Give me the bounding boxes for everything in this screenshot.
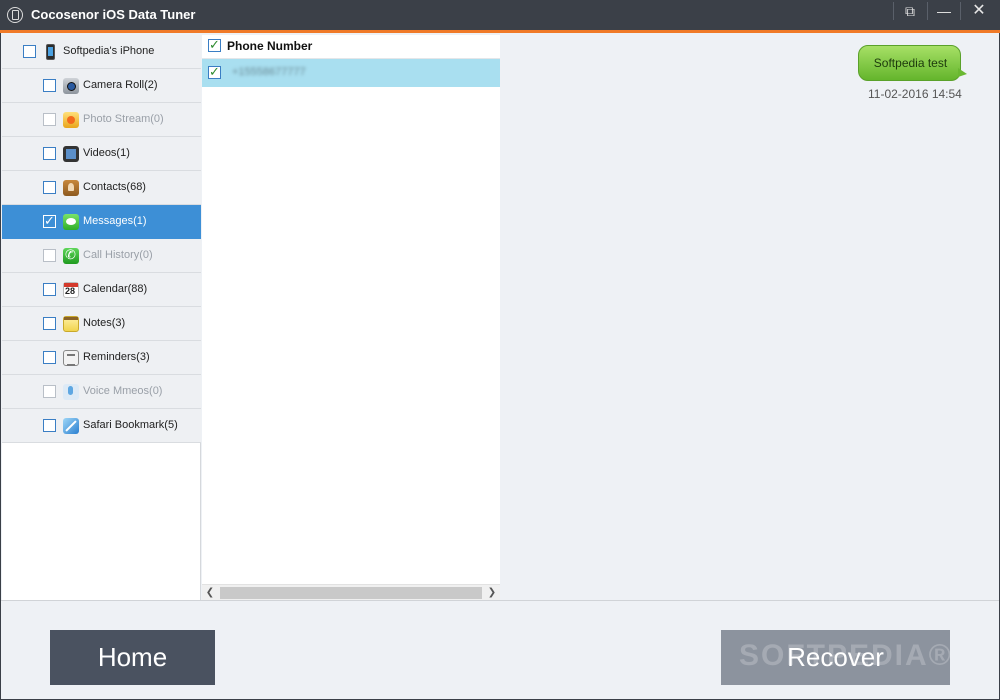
sidebar-item-label: Messages(1) <box>83 215 147 227</box>
sidebar-item-label: Call History(0) <box>83 249 153 261</box>
column-header-phone-number[interactable]: Phone Number <box>227 39 312 53</box>
notes-icon <box>63 316 79 332</box>
minimize-button[interactable]: — <box>927 0 961 24</box>
title-bar: Cocosenor iOS Data Tuner ⧉ — ✕ <box>0 0 1000 30</box>
notes-checkbox[interactable] <box>43 317 56 330</box>
footer-divider <box>1 600 999 601</box>
sidebar-item-label: Safari Bookmark(5) <box>83 419 178 431</box>
scroll-right-icon[interactable]: ❯ <box>484 586 500 600</box>
minimize-icon: — <box>937 3 951 19</box>
sidebar-item-calendar[interactable]: Calendar(88) <box>2 273 201 307</box>
home-button[interactable]: Home <box>50 630 215 685</box>
phone-number-list: Phone Number +15558677777 ❮ ❯ <box>202 35 500 600</box>
app-logo-icon <box>7 7 23 23</box>
sidebar-item-label: Reminders(3) <box>83 351 150 363</box>
horizontal-scrollbar[interactable]: ❮ ❯ <box>202 584 500 600</box>
sidebar-item-device[interactable]: Softpedia's iPhone <box>2 35 201 69</box>
restore-icon: ⧉ <box>905 3 915 19</box>
videos-checkbox[interactable] <box>43 147 56 160</box>
photo-stream-icon <box>63 112 79 128</box>
safari-bookmark-checkbox[interactable] <box>43 419 56 432</box>
sidebar-item-videos[interactable]: Videos(1) <box>2 137 201 171</box>
close-button[interactable]: ✕ <box>960 0 998 24</box>
row-checkbox[interactable] <box>208 64 221 80</box>
sidebar-item-label: Notes(3) <box>83 317 126 329</box>
sidebar-item-camera-roll[interactable]: Camera Roll(2) <box>2 69 201 103</box>
sidebar-item-label: Contacts(68) <box>83 181 146 193</box>
recover-button[interactable]: Recover <box>721 630 950 685</box>
list-item[interactable]: +15558677777 <box>202 59 500 87</box>
iphone-icon <box>46 44 55 60</box>
safari-icon <box>63 418 79 434</box>
messages-icon <box>63 214 79 230</box>
sidebar-item-label: Softpedia's iPhone <box>63 45 155 57</box>
sidebar-item-label: Voice Mmeos(0) <box>83 385 163 397</box>
voice-memos-checkbox[interactable] <box>43 385 56 398</box>
sidebar-item-messages[interactable]: Messages(1) <box>2 205 201 239</box>
message-detail-pane: Softpedia test 11-02-2016 14:54 <box>501 35 998 600</box>
reminders-icon <box>63 350 79 366</box>
photo-stream-checkbox[interactable] <box>43 113 56 126</box>
close-icon: ✕ <box>972 2 986 19</box>
call-history-checkbox[interactable] <box>43 249 56 262</box>
main-window: Softpedia's iPhone Camera Roll(2) Photo … <box>1 33 999 699</box>
sidebar-item-reminders[interactable]: Reminders(3) <box>2 341 201 375</box>
message-text: Softpedia test <box>873 56 948 70</box>
reminders-checkbox[interactable] <box>43 351 56 364</box>
select-all-checkbox[interactable] <box>208 37 221 53</box>
calendar-checkbox[interactable] <box>43 283 56 296</box>
camera-icon <box>63 78 79 94</box>
sidebar-item-photo-stream[interactable]: Photo Stream(0) <box>2 103 201 137</box>
contacts-icon <box>63 180 79 196</box>
list-header: Phone Number <box>202 35 500 59</box>
device-checkbox[interactable] <box>23 45 36 58</box>
voice-memo-icon <box>63 384 79 400</box>
video-icon <box>63 146 79 162</box>
scroll-left-icon[interactable]: ❮ <box>202 586 218 600</box>
sidebar-item-call-history[interactable]: Call History(0) <box>2 239 201 273</box>
sidebar-item-notes[interactable]: Notes(3) <box>2 307 201 341</box>
sidebar-item-voice-memos[interactable]: Voice Mmeos(0) <box>2 375 201 409</box>
calendar-icon <box>63 282 79 298</box>
message-timestamp: 11-02-2016 14:54 <box>868 87 962 101</box>
window-title: Cocosenor iOS Data Tuner <box>31 7 196 22</box>
sidebar: Softpedia's iPhone Camera Roll(2) Photo … <box>2 35 201 600</box>
contacts-checkbox[interactable] <box>43 181 56 194</box>
sidebar-item-label: Calendar(88) <box>83 283 148 295</box>
message-bubble: Softpedia test <box>858 45 967 81</box>
sidebar-item-safari-bookmark[interactable]: Safari Bookmark(5) <box>2 409 201 443</box>
sidebar-item-contacts[interactable]: Contacts(68) <box>2 171 201 205</box>
phone-number-value: +15558677777 <box>232 66 306 78</box>
messages-checkbox[interactable] <box>43 213 56 229</box>
restore-button[interactable]: ⧉ <box>893 0 927 24</box>
sidebar-item-label: Videos(1) <box>83 147 130 159</box>
scrollbar-thumb[interactable] <box>220 587 482 599</box>
sidebar-item-label: Camera Roll(2) <box>83 79 158 91</box>
phone-call-icon <box>63 247 79 264</box>
sidebar-item-label: Photo Stream(0) <box>83 113 164 125</box>
camera-roll-checkbox[interactable] <box>43 79 56 92</box>
